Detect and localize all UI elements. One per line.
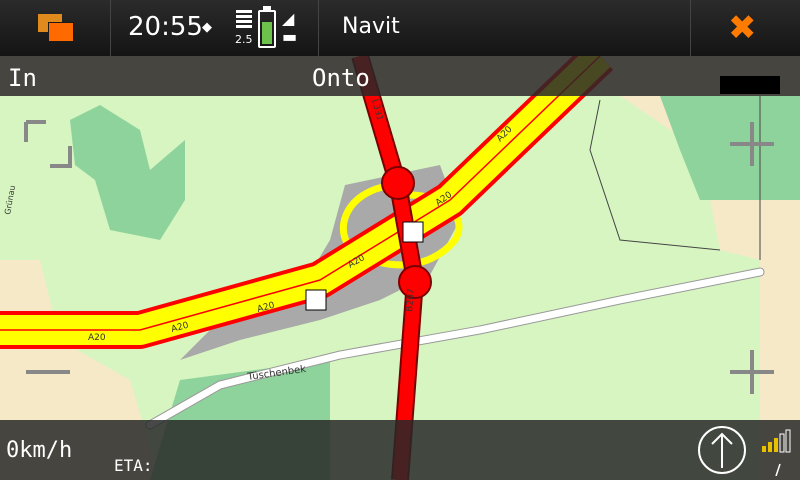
exit-sign-icon bbox=[402, 221, 424, 243]
speed-readout: 0km/h bbox=[6, 438, 73, 463]
instruction-box bbox=[720, 76, 780, 94]
app-switcher-icon[interactable] bbox=[38, 14, 74, 42]
gps-signal-icon bbox=[762, 429, 791, 476]
alarm-icon: ◆ bbox=[202, 20, 212, 35]
instruction-bar bbox=[0, 56, 800, 96]
map-canvas[interactable]: A20 A20 A20 A20 A20 A20 L331 B207 Tüsche… bbox=[0, 56, 800, 480]
instruction-onto-label: Onto bbox=[312, 64, 370, 92]
system-status-bar: 20:55 ◆ 2.5 ◢ ▬ Navit ✖ bbox=[0, 0, 800, 56]
divider bbox=[318, 0, 319, 56]
zoom-out-button[interactable] bbox=[24, 360, 72, 384]
compass-north-icon[interactable] bbox=[696, 424, 748, 476]
instruction-in-label: In bbox=[8, 64, 37, 92]
battery-icon bbox=[258, 6, 276, 48]
clock[interactable]: 20:55 bbox=[128, 12, 203, 42]
close-icon: ✖ bbox=[728, 8, 757, 48]
map-label-road-b: B207 bbox=[405, 288, 417, 312]
network-type-label: 2.5 bbox=[235, 33, 253, 46]
divider bbox=[110, 0, 111, 56]
eta-label: ETA: bbox=[114, 456, 153, 475]
exit-sign-icon bbox=[305, 289, 327, 311]
fullscreen-corner-icon[interactable] bbox=[24, 120, 72, 168]
close-button[interactable]: ✖ bbox=[690, 0, 800, 56]
app-title[interactable]: Navit bbox=[342, 14, 400, 39]
data-transfer-icon: ◢ ▬ bbox=[282, 9, 298, 46]
road-junction bbox=[381, 166, 415, 200]
map-label-highway: A20 bbox=[88, 333, 106, 343]
zoom-in-button[interactable] bbox=[728, 120, 776, 168]
zoom-plus-button[interactable] bbox=[728, 348, 776, 396]
